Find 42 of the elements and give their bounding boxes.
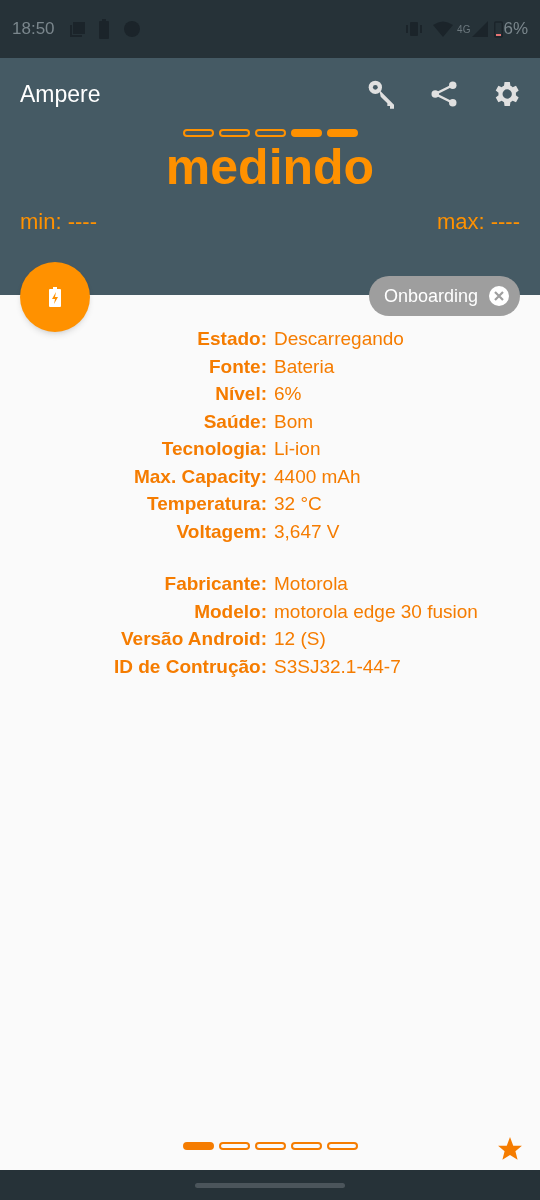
battery-percent: 6%	[503, 18, 528, 41]
close-icon[interactable]	[488, 285, 510, 307]
info-value: motorola edge 30 fusion	[274, 599, 478, 624]
max-reading: max: ----	[436, 208, 520, 236]
status-time: 18:50	[12, 18, 55, 41]
info-value: Descarregando	[274, 327, 404, 351]
info-value: 4400 mAh	[274, 464, 361, 489]
info-label: Temperatura:	[147, 492, 268, 516]
info-label: Estado:	[197, 327, 268, 351]
info-label: Voltagem:	[176, 519, 268, 544]
info-value: 3,647 V	[274, 519, 340, 544]
star-icon[interactable]	[497, 1136, 523, 1162]
battery-low-icon	[494, 20, 504, 38]
info-label: Modelo:	[194, 599, 268, 624]
gesture-handle[interactable]	[195, 1182, 345, 1188]
onboarding-chip[interactable]: Onboarding	[368, 276, 520, 316]
page-indicator[interactable]	[254, 1142, 286, 1150]
info-label: Nível:	[215, 382, 268, 406]
info-value: Li-ion	[274, 437, 321, 461]
page-indicator[interactable]	[182, 1142, 214, 1150]
info-value: Motorola	[274, 572, 348, 596]
info-value: 12 (S)	[274, 627, 326, 651]
page-indicator[interactable]	[290, 1142, 322, 1150]
info-label: Saúde:	[203, 409, 268, 434]
info-value: 6%	[274, 382, 302, 406]
info-value: Bom	[274, 409, 314, 434]
info-value: 32 °C	[274, 492, 322, 516]
battery-charging-icon	[49, 287, 61, 307]
info-label: Max. Capacity:	[133, 464, 268, 489]
app-title: Ampere	[20, 79, 102, 109]
page-indicator[interactable]	[218, 1142, 250, 1150]
info-label: Versão Android:	[120, 627, 268, 651]
network-type: 4G	[457, 22, 471, 37]
info-label: Fabricante:	[164, 572, 268, 596]
page-indicator[interactable]	[326, 1142, 358, 1150]
min-reading: min: ----	[20, 208, 97, 236]
info-value: S3SJ32.1-44-7	[274, 654, 401, 679]
measuring-status: medindo	[164, 138, 376, 197]
info-label: Fonte:	[208, 354, 268, 379]
info-value: Bateria	[274, 354, 335, 379]
info-label: ID de Contrução:	[113, 654, 268, 679]
info-label: Tecnologia:	[161, 437, 268, 461]
